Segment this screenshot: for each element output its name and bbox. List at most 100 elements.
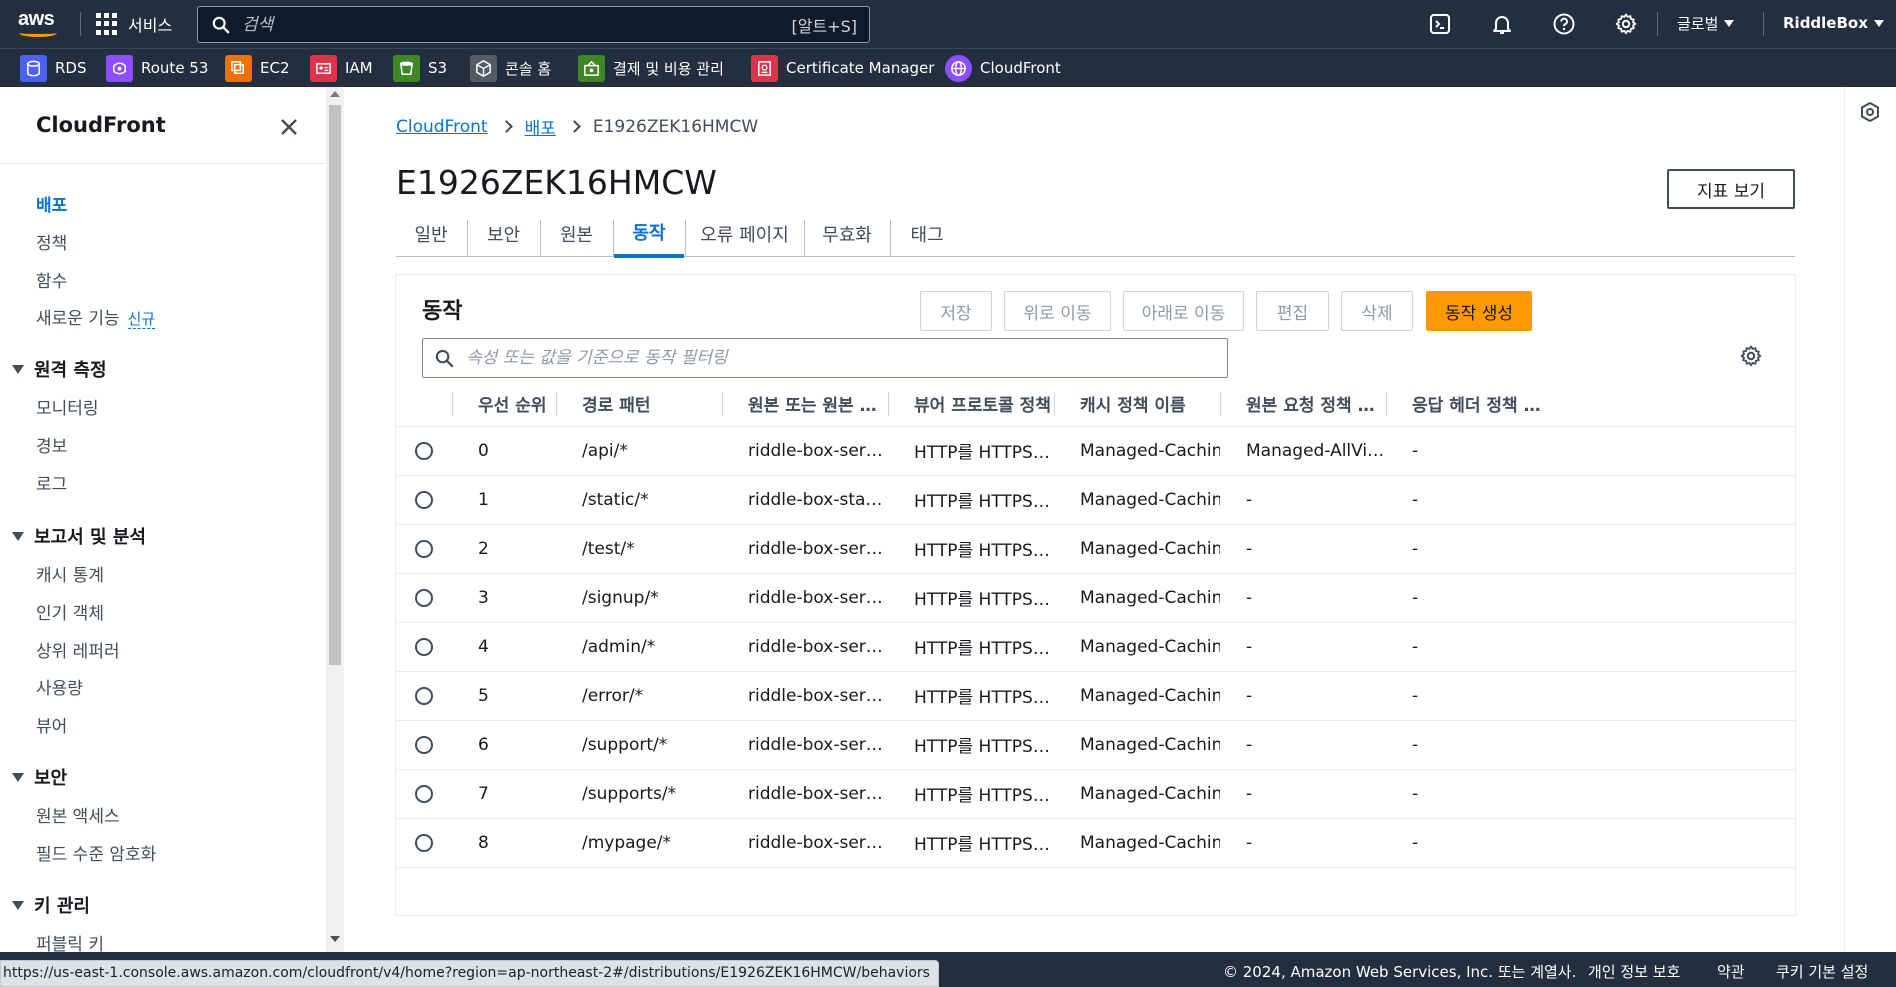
sidebar-item-popular-objects[interactable]: 인기 객체 xyxy=(36,599,104,624)
column-header-priority[interactable]: 우선 순위 xyxy=(452,382,556,427)
settings-gear-icon[interactable] xyxy=(1614,12,1638,36)
scroll-up-arrow-icon[interactable] xyxy=(330,91,340,97)
cell-cache-policy: Managed-CachingDisa xyxy=(1054,524,1220,574)
tab-security[interactable]: 보안 xyxy=(468,210,539,257)
sidebar-item-distributions[interactable]: 배포 xyxy=(36,191,67,216)
column-header-cache-policy[interactable]: 캐시 정책 이름 xyxy=(1054,382,1220,427)
sidebar-item-policies[interactable]: 정책 xyxy=(36,229,67,254)
sidebar-item-viewers[interactable]: 뷰어 xyxy=(36,712,67,737)
sidebar-item-cache-stats[interactable]: 캐시 통계 xyxy=(36,561,104,586)
cell-response-headers-policy: - xyxy=(1386,818,1795,868)
sidebar-item-top-referrers[interactable]: 상위 레퍼러 xyxy=(36,637,120,662)
row-radio-button[interactable] xyxy=(415,784,433,803)
tab-error-pages[interactable]: 오류 페이지 xyxy=(686,210,803,257)
sidebar-title[interactable]: CloudFront xyxy=(36,113,166,137)
view-metrics-button[interactable]: 지표 보기 xyxy=(1667,169,1795,209)
row-radio-button[interactable] xyxy=(415,735,433,754)
table-row[interactable]: 8/mypage/* riddle-box-serve… HTTP를 HTTPS… M… xyxy=(396,818,1795,868)
save-button[interactable]: 저장 xyxy=(920,291,992,331)
row-radio-button[interactable] xyxy=(415,539,433,558)
favorite-s3[interactable]: S3 xyxy=(393,54,447,82)
breadcrumb-link-distributions[interactable]: 배포 xyxy=(525,114,556,139)
sidebar-item-monitoring[interactable]: 모니터링 xyxy=(36,394,99,419)
table-row[interactable]: 5/error/* riddle-box-serve… HTTP를 HTTPS… Ma… xyxy=(396,671,1795,721)
search-input[interactable] xyxy=(242,14,792,35)
sidebar-section-key-management[interactable]: 키 관리 xyxy=(12,892,90,918)
create-behavior-button[interactable]: 동작 생성 xyxy=(1426,291,1532,331)
global-search[interactable]: [알트+S] xyxy=(197,6,870,43)
sidebar-item-usage[interactable]: 사용량 xyxy=(36,674,83,699)
sidebar-section-telemetry[interactable]: 원격 측정 xyxy=(12,356,107,382)
row-radio-button[interactable] xyxy=(415,490,433,509)
tab-general[interactable]: 일반 xyxy=(396,210,466,257)
favorite-billing[interactable]: 결제 및 비용 관리 xyxy=(578,54,724,82)
sidebar-item-public-keys[interactable]: 퍼블릭 키 xyxy=(36,930,104,952)
table-row[interactable]: 4/admin/* riddle-box-serve… HTTP를 HTTPS… Ma… xyxy=(396,622,1795,672)
sidebar-item-alarms[interactable]: 경보 xyxy=(36,432,67,457)
favorite-console-home[interactable]: 콘솔 홈 xyxy=(470,54,551,82)
breadcrumb-link-cloudfront[interactable]: CloudFront xyxy=(396,117,488,137)
aws-logo[interactable]: aws xyxy=(18,8,60,38)
row-radio-button[interactable] xyxy=(415,686,433,705)
table-header-row: 우선 순위 경로 패턴 원본 또는 원본 … 뷰어 프로토콜 정책 캐시 정책 … xyxy=(396,382,1795,427)
footer-link-terms[interactable]: 약관 xyxy=(1717,961,1745,982)
table-preferences-gear-icon[interactable] xyxy=(1739,344,1763,368)
footer-link-cookie-preferences[interactable]: 쿠키 기본 설정 xyxy=(1776,961,1868,982)
help-icon[interactable] xyxy=(1552,12,1576,36)
column-header-origin[interactable]: 원본 또는 원본 … xyxy=(722,382,888,427)
table-row[interactable]: 7/supports/* riddle-box-serve… HTTP를 HTTPS… xyxy=(396,769,1795,819)
sidebar-item-whats-new[interactable]: 새로운 기능 신규 xyxy=(36,304,156,329)
behavior-filter[interactable] xyxy=(422,338,1228,378)
row-radio-button[interactable] xyxy=(415,441,433,460)
move-up-button[interactable]: 위로 이동 xyxy=(1004,291,1111,331)
row-radio-button[interactable] xyxy=(415,588,433,607)
sidebar-section-reports[interactable]: 보고서 및 분석 xyxy=(12,523,146,549)
favorite-route-53[interactable]: Route 53 xyxy=(106,54,208,82)
cell-viewer-protocol: HTTP를 HTTPS… xyxy=(888,475,1054,525)
scroll-down-arrow-icon[interactable] xyxy=(330,936,340,942)
table-row[interactable]: 1/static/* riddle-box-static… HTTP를 HTTPS…… xyxy=(396,475,1795,525)
account-menu[interactable]: RiddleBox xyxy=(1783,14,1884,32)
favorite-certificate-manager[interactable]: Certificate Manager xyxy=(751,54,934,82)
row-radio-button[interactable] xyxy=(415,637,433,656)
column-header-path-pattern[interactable]: 경로 패턴 xyxy=(556,382,722,427)
edit-button[interactable]: 편집 xyxy=(1256,291,1329,331)
row-radio-button[interactable] xyxy=(415,833,433,852)
notifications-bell-icon[interactable] xyxy=(1490,12,1514,36)
favorite-cloudfront[interactable]: CloudFront xyxy=(945,54,1061,82)
favorite-ec2[interactable]: EC2 xyxy=(225,54,290,82)
favorite-rds[interactable]: RDS xyxy=(20,54,87,82)
cell-response-headers-policy: - xyxy=(1386,573,1795,623)
sidebar-item-field-level-encryption[interactable]: 필드 수준 암호화 xyxy=(36,840,156,865)
scrollbar-thumb[interactable] xyxy=(329,105,341,665)
info-panel-icon[interactable] xyxy=(1859,101,1881,123)
column-header-viewer-protocol[interactable]: 뷰어 프로토콜 정책 xyxy=(888,382,1054,427)
table-row[interactable]: 3/signup/* riddle-box-serve… HTTP를 HTTPS… M… xyxy=(396,573,1795,623)
behavior-filter-input[interactable] xyxy=(466,348,1227,368)
sidebar-item-logs[interactable]: 로그 xyxy=(36,470,67,495)
search-shortcut-hint: [알트+S] xyxy=(791,16,858,36)
sidebar-item-origin-access[interactable]: 원본 액세스 xyxy=(36,802,120,827)
tab-origins[interactable]: 원본 xyxy=(541,210,612,257)
close-icon[interactable] xyxy=(278,116,300,138)
region-selector[interactable]: 글로벌 xyxy=(1677,13,1735,34)
table-row[interactable]: 6/support/* riddle-box-serve… HTTP를 HTTPS…… xyxy=(396,720,1795,770)
services-menu-button[interactable]: 서비스 xyxy=(96,8,172,40)
delete-button[interactable]: 삭제 xyxy=(1341,291,1413,331)
table-row[interactable]: 0/api/* riddle-box-serve… HTTP를 HTTPS… Mana… xyxy=(396,426,1795,476)
cloudshell-icon[interactable] xyxy=(1428,12,1452,36)
favorite-iam[interactable]: IAM xyxy=(310,54,373,82)
tab-behaviors[interactable]: 동작 xyxy=(614,210,684,258)
tab-tags[interactable]: 태그 xyxy=(891,210,963,257)
move-down-button[interactable]: 아래로 이동 xyxy=(1123,291,1244,331)
sidebar-scrollbar[interactable] xyxy=(326,87,344,952)
cell-origin: riddle-box-serve… xyxy=(722,818,888,868)
footer-link-privacy[interactable]: 개인 정보 보호 xyxy=(1588,961,1680,982)
column-header-response-headers-policy[interactable]: 응답 헤더 정책 … xyxy=(1386,382,1795,427)
table-row[interactable]: 2/test/* riddle-box-serve… HTTP를 HTTPS… Man… xyxy=(396,524,1795,574)
sidebar-item-label: 경보 xyxy=(36,437,68,457)
sidebar-section-security[interactable]: 보안 xyxy=(12,764,67,790)
column-header-origin-request-policy[interactable]: 원본 요청 정책 … xyxy=(1220,382,1386,427)
tab-invalidations[interactable]: 무효화 xyxy=(805,210,889,257)
sidebar-item-functions[interactable]: 함수 xyxy=(36,267,67,292)
